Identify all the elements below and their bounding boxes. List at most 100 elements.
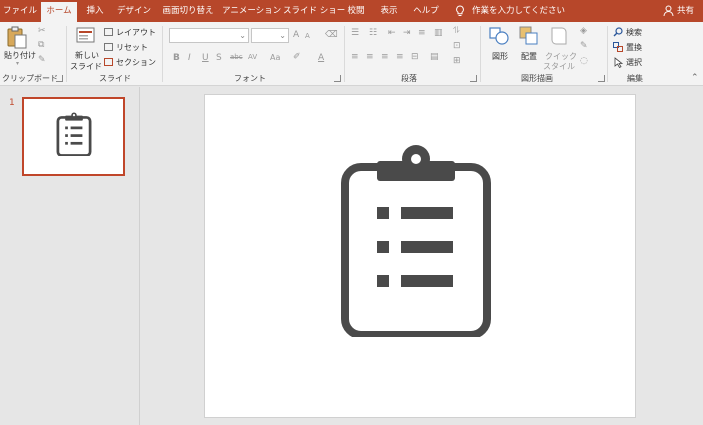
group-label-drawing: 図形描画 [521,74,553,83]
layout-button[interactable]: レイアウト [116,27,156,38]
align-left-icon[interactable]: ≡ [351,52,359,62]
underline-button[interactable]: U [202,53,209,63]
slide-canvas[interactable] [204,94,636,418]
quick-styles-label-2: スタイル [543,62,575,71]
magnifier-icon [613,27,623,37]
line-spacing-icon[interactable]: ≡ [418,28,426,38]
lightbulb-icon [456,5,464,16]
tell-me-box[interactable]: 作業を入力してください [455,0,565,22]
new-slide-button[interactable] [76,26,96,47]
shape-outline-icon[interactable]: ✎ [580,41,588,51]
paste-icon [7,26,27,49]
format-painter-icon[interactable]: ✎ [38,55,46,65]
quick-styles-icon [551,27,567,45]
separator [480,26,481,82]
cursor-icon [614,57,624,69]
replace-icon [613,42,623,52]
tab-file[interactable]: ファイル [3,0,37,22]
justify-icon[interactable]: ≡ [396,52,404,62]
select-button[interactable] [614,57,624,71]
separator [607,26,608,82]
tab-help[interactable]: ヘルプ [412,0,440,22]
shrink-font-button[interactable]: A [305,32,310,40]
font-color-button[interactable]: A [318,53,324,63]
arrange-icon [519,26,538,45]
find-button[interactable] [613,27,623,40]
paste-button[interactable] [6,26,28,49]
font-name-combo[interactable]: ⌄ [169,28,249,43]
cut-icon[interactable]: ✂ [38,26,46,36]
section-button[interactable]: セクション [116,57,156,68]
replace-button[interactable] [613,42,623,55]
shapes-button[interactable] [489,26,509,49]
slide-thumbnail-1[interactable] [22,97,125,176]
font-launcher[interactable] [334,75,341,82]
paste-dropdown[interactable]: ▾ [16,60,19,67]
slide-number: 1 [9,98,15,108]
align-text-icon[interactable]: ⊡ [453,41,461,51]
group-label-font: フォント [234,74,266,83]
separator [162,26,163,82]
tab-view[interactable]: 表示 [377,0,401,22]
increase-indent-icon[interactable]: ⇥ [403,28,411,38]
paste-label: 貼り付け [4,51,36,60]
arrange-button[interactable] [519,26,539,49]
section-icon [104,58,113,66]
group-label-editing: 編集 [627,74,643,83]
change-case-button[interactable]: Aa [270,53,280,62]
decrease-indent-icon[interactable]: ⇤ [388,28,396,38]
paragraph-launcher[interactable] [470,75,477,82]
quick-styles-button[interactable] [549,26,569,49]
numbering-icon[interactable]: ☷ [369,28,377,38]
ribbon-tab-bar: ファイル ホーム 挿入 デザイン 画面切り替え アニメーション スライド ショー… [0,0,703,22]
clear-format-icon[interactable]: ⌫ [325,30,338,40]
tab-home[interactable]: ホーム [41,2,77,22]
align-right-icon[interactable]: ≡ [381,52,389,62]
bullets-icon[interactable]: ☰ [351,28,359,38]
share-label: 共有 [677,6,695,16]
arrange-label: 配置 [521,52,537,61]
shape-effects-icon[interactable]: ◌ [580,56,588,66]
grow-font-button[interactable]: A [293,30,299,40]
columns-icon[interactable]: ▥ [434,28,443,38]
group-label-slides: スライド [99,74,131,83]
clipboard-list-icon [56,112,92,156]
smartart-icon[interactable]: ⊞ [453,56,461,66]
separator [344,26,345,82]
shapes-label: 図形 [492,52,508,61]
replace-label: 置換 [626,43,642,52]
shadow-button[interactable]: S [216,53,222,63]
text-direction-icon[interactable]: ⥮ [453,26,460,36]
strikethrough-button[interactable]: abc [230,53,243,61]
reset-button[interactable]: リセット [116,42,148,53]
tab-insert[interactable]: 挿入 [82,0,108,22]
copy-icon[interactable]: ⧉ [38,40,44,50]
highlight-icon[interactable]: ✐ [293,52,301,62]
columns-split-icon[interactable]: ▤ [430,52,439,62]
shape-fill-icon[interactable]: ◈ [580,26,587,36]
bold-button[interactable]: B [173,53,180,63]
layout-icon [104,28,113,36]
share-button[interactable]: 共有 [663,0,694,22]
drawing-launcher[interactable] [598,75,605,82]
distributed-icon[interactable]: ⊟ [411,52,419,62]
group-label-paragraph: 段落 [401,74,417,83]
clipboard-launcher[interactable] [56,75,63,82]
tab-animations[interactable]: アニメーション [222,0,281,22]
align-center-icon[interactable]: ≡ [366,52,374,62]
collapse-ribbon-icon[interactable]: ⌃ [691,73,699,83]
new-slide-icon [76,27,95,43]
shapes-icon [489,27,509,45]
tab-transitions[interactable]: 画面切り替え [160,0,216,22]
reset-icon [104,43,113,51]
font-size-combo[interactable]: ⌄ [251,28,289,43]
clipboard-list-icon[interactable] [341,143,491,337]
tab-review[interactable]: 校閲 [344,0,368,22]
char-spacing-button[interactable]: AV [248,53,257,61]
new-slide-label-2: スライド [70,62,102,71]
group-label-clipboard: クリップボード [2,74,58,83]
italic-button[interactable]: I [188,53,191,63]
tab-slideshow[interactable]: スライド ショー [283,0,345,22]
select-label: 選択 [626,58,642,67]
tab-design[interactable]: デザイン [114,0,154,22]
